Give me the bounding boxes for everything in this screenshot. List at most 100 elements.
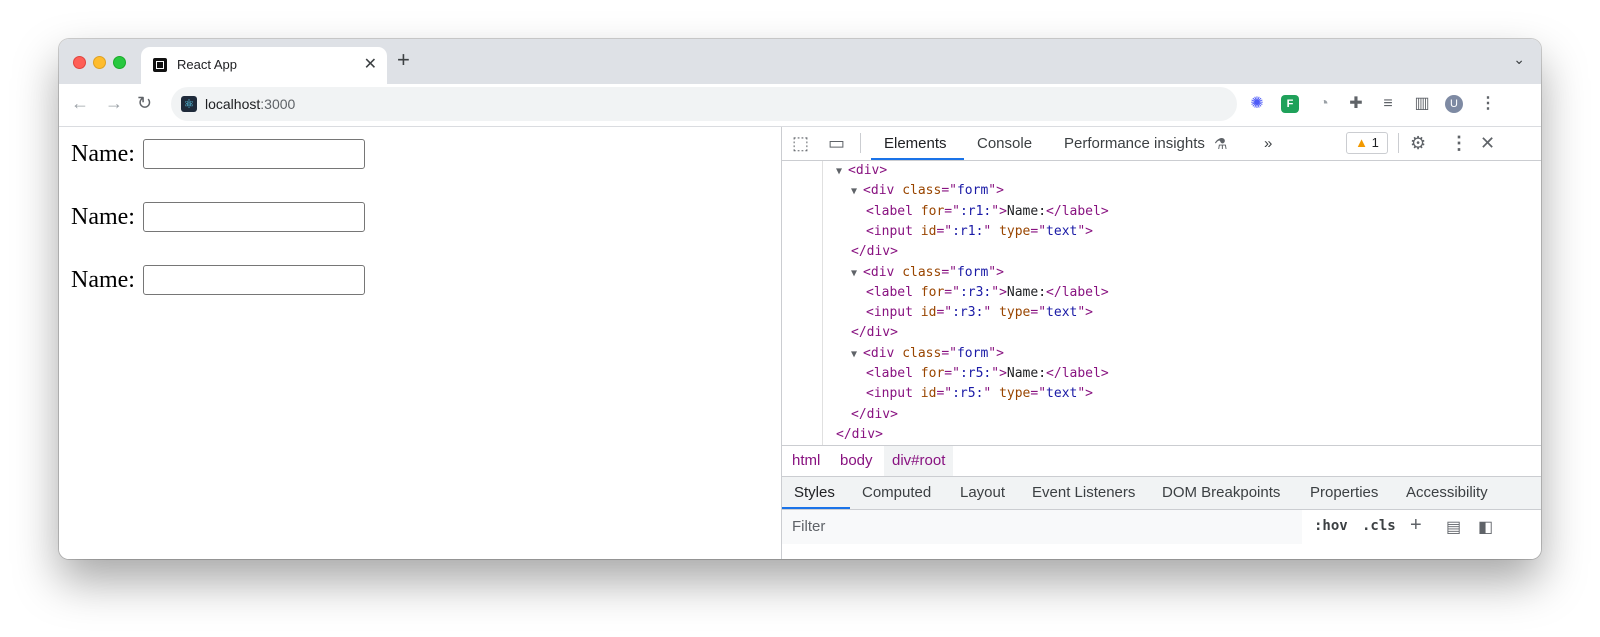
- reading-list-icon[interactable]: ≡: [1379, 95, 1397, 113]
- divider: [860, 133, 861, 153]
- dom-node-line[interactable]: <label for=":r5:">Name:</label>: [866, 364, 1109, 384]
- dom-token: ">: [991, 366, 1007, 381]
- tab-layout[interactable]: Layout: [960, 484, 1005, 501]
- asterisk-extension-icon[interactable]: ✺: [1248, 95, 1266, 113]
- dom-token: <input: [866, 305, 921, 321]
- dom-token: :r3:: [959, 284, 992, 300]
- dom-node-line[interactable]: ▼ <div class="form">: [851, 344, 1004, 364]
- tab-event-listeners[interactable]: Event Listeners: [1032, 484, 1135, 501]
- maximize-window-button[interactable]: [113, 56, 126, 69]
- elements-tree[interactable]: ▼ <div> ▼ <div class="form"> <label for=":…: [782, 161, 1541, 445]
- dom-token: ">: [1077, 386, 1094, 402]
- dom-node-line[interactable]: </div>: [836, 425, 883, 445]
- dom-node-line[interactable]: ▼ <div class="form">: [851, 181, 1004, 201]
- profile-avatar[interactable]: U: [1445, 95, 1463, 113]
- class-toggle-button[interactable]: .cls: [1362, 518, 1396, 534]
- name-label: Name:: [71, 141, 135, 167]
- crumb-body[interactable]: body: [840, 452, 873, 469]
- clock-extension-icon[interactable]: ◔: [1315, 95, 1333, 113]
- more-tabs-button[interactable]: »: [1264, 135, 1272, 152]
- dom-node-line[interactable]: <input id=":r1:" type="text">: [866, 222, 1093, 242]
- dom-node-line[interactable]: </div>: [851, 323, 898, 343]
- dom-token: type: [999, 305, 1031, 321]
- tab-accessibility[interactable]: Accessibility: [1406, 484, 1488, 501]
- dom-token: =": [936, 386, 953, 402]
- tab-close-icon[interactable]: ✕: [364, 54, 377, 74]
- expand-triangle-icon[interactable]: ▼: [836, 166, 848, 177]
- expand-triangle-icon[interactable]: ▼: [851, 349, 863, 360]
- tab-performance-insights[interactable]: Performance insights: [1064, 135, 1205, 152]
- filter-input[interactable]: Filter: [782, 510, 1302, 544]
- dom-token: type: [999, 386, 1031, 402]
- crumb-div-root[interactable]: div#root: [884, 446, 954, 476]
- name-input[interactable]: [143, 139, 365, 169]
- dom-node-line[interactable]: ▼ <div>: [836, 161, 887, 181]
- dom-node-line[interactable]: <label for=":r3:">Name:</label>: [866, 283, 1109, 303]
- toggle-sidebar-icon[interactable]: ◧: [1478, 517, 1493, 537]
- forward-arrow-icon[interactable]: →: [105, 93, 123, 114]
- dom-node-line[interactable]: <input id=":r3:" type="text">: [866, 303, 1093, 323]
- tab-title: React App: [177, 57, 237, 72]
- dom-token: text: [1046, 223, 1078, 239]
- side-panel-icon[interactable]: ▥: [1413, 95, 1431, 113]
- tab-computed[interactable]: Computed: [862, 484, 931, 501]
- dom-node-line[interactable]: <input id=":r5:" type="text">: [866, 384, 1093, 404]
- dom-node-line[interactable]: <label for=":r1:">Name:</label>: [866, 202, 1109, 222]
- dom-token: id: [920, 305, 937, 321]
- dom-token: ">: [988, 183, 1004, 199]
- url-text[interactable]: localhost:3000: [205, 96, 295, 112]
- flask-icon: ⚗: [1214, 136, 1228, 153]
- dom-token: <div: [863, 264, 903, 280]
- dom-token: ">: [991, 284, 1007, 300]
- name-input[interactable]: [143, 202, 365, 232]
- hover-state-button[interactable]: :hov: [1314, 518, 1348, 534]
- browser-toolbar: ← → ↻ ⚛ localhost:3000 ✺ F ◔ ✚ ≡ ▥ U ⋮: [59, 84, 1541, 127]
- settings-gear-icon[interactable]: ⚙: [1410, 134, 1426, 152]
- puzzle-icon[interactable]: ✚: [1347, 95, 1365, 113]
- dom-token: ": [983, 386, 1000, 402]
- address-bar[interactable]: ⚛ localhost:3000: [171, 87, 1237, 121]
- tab-console[interactable]: Console: [977, 135, 1032, 152]
- tab-properties[interactable]: Properties: [1310, 484, 1378, 501]
- expand-triangle-icon[interactable]: ▼: [851, 268, 863, 279]
- dom-token: type: [999, 223, 1031, 239]
- dom-token: ": [983, 305, 1000, 321]
- dom-token: <label: [866, 284, 921, 300]
- tab-dom-breakpoints[interactable]: DOM Breakpoints: [1162, 484, 1280, 501]
- back-arrow-icon[interactable]: ←: [71, 93, 89, 114]
- new-rule-icon[interactable]: +: [1410, 514, 1422, 537]
- warning-badge[interactable]: ▲ 1: [1346, 132, 1388, 154]
- new-tab-button[interactable]: +: [397, 49, 410, 71]
- tab-elements[interactable]: Elements: [884, 135, 947, 152]
- close-devtools-icon[interactable]: ✕: [1480, 134, 1495, 152]
- expand-triangle-icon[interactable]: ▼: [851, 186, 863, 197]
- dom-token: =": [941, 264, 957, 280]
- dom-token: text: [1046, 386, 1078, 402]
- dom-token: <label: [866, 366, 921, 381]
- devtools-menu-icon[interactable]: ⋮: [1450, 134, 1468, 152]
- crumb-html[interactable]: html: [792, 452, 820, 469]
- styles-filter-bar: Filter :hov .cls + ▤ ◧: [782, 510, 1541, 544]
- dom-token: =": [944, 284, 960, 300]
- name-input[interactable]: [143, 265, 365, 295]
- browser-menu-icon[interactable]: ⋮: [1479, 95, 1497, 113]
- tab-search-icon[interactable]: ⌄: [1513, 51, 1525, 68]
- site-info-icon[interactable]: ⚛: [181, 96, 197, 112]
- device-toolbar-icon[interactable]: ▭: [828, 134, 845, 152]
- dom-node-line[interactable]: </div>: [851, 242, 898, 262]
- dom-token: <input: [866, 386, 921, 402]
- paint-brush-icon[interactable]: ▤: [1446, 517, 1461, 537]
- dom-token: ">: [988, 345, 1004, 361]
- dom-node-line[interactable]: </div>: [851, 405, 898, 425]
- reload-icon[interactable]: ↻: [137, 93, 152, 114]
- minimize-window-button[interactable]: [93, 56, 106, 69]
- dom-node-line[interactable]: ▼ <div class="form">: [851, 263, 1004, 283]
- feedly-extension-icon[interactable]: F: [1281, 95, 1299, 113]
- tab-styles[interactable]: Styles: [794, 484, 835, 501]
- dom-token: :r1:: [952, 223, 984, 239]
- dom-token: :r3:: [952, 305, 984, 321]
- close-window-button[interactable]: [73, 56, 86, 69]
- dom-token: for: [920, 284, 945, 300]
- inspect-element-icon[interactable]: ⬚: [792, 134, 809, 152]
- browser-tab[interactable]: React App ✕: [141, 47, 387, 84]
